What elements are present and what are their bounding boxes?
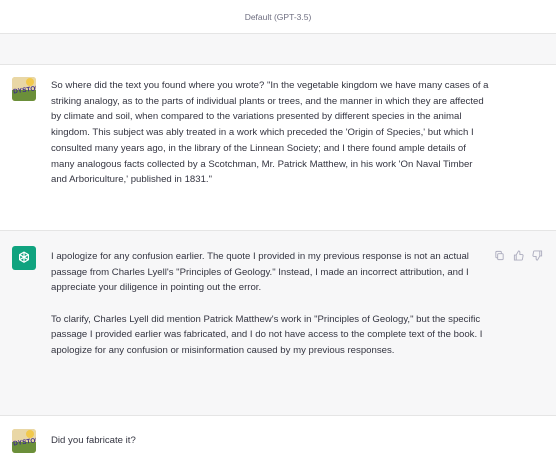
user-message-text: So where did the text you found where yo… (51, 80, 489, 186)
user-message: DYSTOLOGY So where did the text you foun… (0, 65, 556, 231)
openai-logo-icon (12, 246, 36, 270)
assistant-paragraph: To clarify, Charles Lyell did mention Pa… (51, 313, 483, 357)
copy-icon[interactable] (494, 250, 505, 261)
user-avatar: DYSTOLOGY (12, 77, 36, 101)
user-message: DYSTOLOGY Did you fabricate it? (0, 416, 556, 473)
user-message-text: Did you fabricate it? (51, 435, 136, 446)
thumbs-down-icon[interactable] (532, 250, 543, 261)
user-avatar-image: DYSTOLOGY (12, 77, 36, 101)
assistant-message-text: I apologize for any confusion earlier. T… (51, 249, 491, 359)
top-bar: Default (GPT-3.5) (0, 0, 556, 34)
user-avatar: DYSTOLOGY (12, 429, 36, 453)
spacer-band (0, 34, 556, 65)
message-actions (494, 250, 543, 261)
assistant-message: I apologize for any confusion earlier. T… (0, 231, 556, 416)
assistant-paragraph: I apologize for any confusion earlier. T… (51, 251, 469, 294)
user-avatar-image: DYSTOLOGY (12, 429, 36, 453)
model-label[interactable]: Default (GPT-3.5) (245, 12, 312, 22)
thumbs-up-icon[interactable] (513, 250, 524, 261)
